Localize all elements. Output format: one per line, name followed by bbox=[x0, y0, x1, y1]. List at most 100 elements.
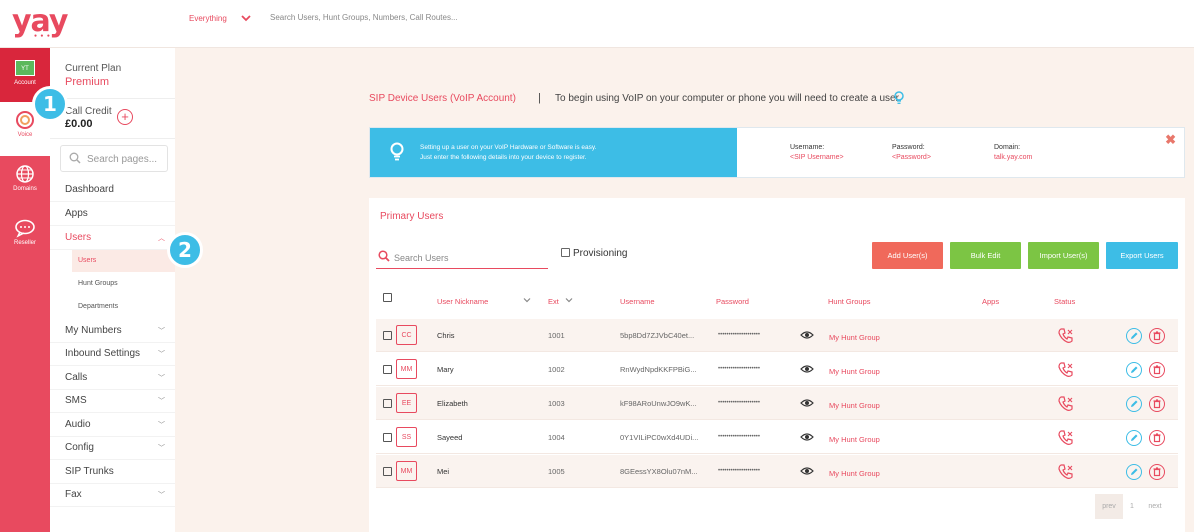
chevron-down-icon: ﹀ bbox=[158, 422, 165, 429]
user-hunt-group[interactable]: My Hunt Group bbox=[829, 469, 880, 478]
search-icon bbox=[69, 152, 81, 164]
row-checkbox[interactable] bbox=[383, 331, 392, 340]
eye-icon[interactable] bbox=[800, 329, 814, 341]
add-users-button[interactable]: Add User(s) bbox=[872, 242, 943, 269]
nav-item-audio[interactable]: Audio ﹀ bbox=[50, 414, 175, 437]
nav-item-fax[interactable]: Fax ﹀ bbox=[50, 484, 175, 507]
row-checkbox[interactable] bbox=[383, 399, 392, 408]
nav-item-inbound-settings[interactable]: Inbound Settings ﹀ bbox=[50, 343, 175, 366]
user-username: 0Y1VILiPC0wXd4UDi... bbox=[620, 433, 699, 442]
edit-user-button[interactable] bbox=[1126, 396, 1142, 412]
eye-icon[interactable] bbox=[800, 465, 814, 477]
info-text: Setting up a user on your VoIP Hardware … bbox=[420, 143, 596, 163]
nav-item-users[interactable]: Users ︿ bbox=[50, 227, 175, 250]
eye-icon[interactable] bbox=[800, 431, 814, 443]
callout-badge-1: 1 bbox=[32, 86, 68, 122]
pencil-icon bbox=[1131, 400, 1138, 407]
nav-item-sms[interactable]: SMS ﹀ bbox=[50, 390, 175, 413]
nav-item-config[interactable]: Config ﹀ bbox=[50, 437, 175, 460]
sub-item-hunt-groups[interactable]: Hunt Groups bbox=[72, 273, 175, 295]
user-ext: 1004 bbox=[548, 433, 565, 442]
username-label: Username: bbox=[790, 144, 825, 151]
user-hunt-group[interactable]: My Hunt Group bbox=[829, 435, 880, 444]
delete-user-button[interactable] bbox=[1149, 396, 1165, 412]
lightbulb-icon bbox=[894, 91, 904, 104]
nav-label: SMS bbox=[65, 395, 87, 406]
delete-user-button[interactable] bbox=[1149, 430, 1165, 446]
close-icon[interactable]: ✖ bbox=[1165, 132, 1176, 148]
edit-user-button[interactable] bbox=[1126, 328, 1142, 344]
sub-item-departments[interactable]: Departments bbox=[72, 296, 175, 318]
add-credit-button[interactable]: + bbox=[117, 109, 133, 125]
sidebar: Current Plan Premium Call Credit £0.00 +… bbox=[50, 48, 175, 532]
nav-item-calls[interactable]: Calls ﹀ bbox=[50, 367, 175, 390]
page-search-placeholder: Search pages... bbox=[87, 154, 158, 165]
bulk-edit-button[interactable]: Bulk Edit bbox=[950, 242, 1021, 269]
row-checkbox[interactable] bbox=[383, 467, 392, 476]
table-row[interactable]: MM Mary 1002 RnWydNpdKKFPBiG... ••••••••… bbox=[376, 353, 1178, 386]
sort-chevron-icon[interactable] bbox=[564, 295, 574, 305]
checkbox[interactable] bbox=[561, 248, 570, 257]
nav-item-apps[interactable]: Apps bbox=[50, 203, 175, 226]
user-nickname: Chris bbox=[437, 331, 455, 340]
nav-item-my-numbers[interactable]: My Numbers ﹀ bbox=[50, 320, 175, 343]
pager-page[interactable]: 1 bbox=[1123, 494, 1141, 519]
table-row[interactable]: EE Elizabeth 1003 kF98ARoUnwJO9wK... •••… bbox=[376, 387, 1178, 420]
delete-user-button[interactable] bbox=[1149, 464, 1165, 480]
user-password: •••••••••••••••••••• bbox=[718, 400, 761, 406]
sort-chevron-icon[interactable] bbox=[522, 295, 532, 305]
pager-prev[interactable]: prev bbox=[1095, 494, 1123, 519]
nav-item-sip-trunks[interactable]: SIP Trunks bbox=[50, 461, 175, 484]
user-search-placeholder: Search Users bbox=[394, 253, 449, 263]
search-scope-select[interactable]: Everything bbox=[189, 14, 227, 23]
col-hunt-groups: Hunt Groups bbox=[828, 297, 871, 306]
global-search-input[interactable]: Search Users, Hunt Groups, Numbers, Call… bbox=[270, 13, 458, 22]
edit-user-button[interactable] bbox=[1126, 362, 1142, 378]
avatar: CC bbox=[396, 325, 417, 345]
col-ext[interactable]: Ext bbox=[548, 297, 559, 306]
export-users-button[interactable]: Export Users bbox=[1106, 242, 1178, 269]
user-ext: 1005 bbox=[548, 467, 565, 476]
user-hunt-group[interactable]: My Hunt Group bbox=[829, 401, 880, 410]
pager-next[interactable]: next bbox=[1141, 494, 1169, 519]
import-users-button[interactable]: Import User(s) bbox=[1028, 242, 1099, 269]
delete-user-button[interactable] bbox=[1149, 328, 1165, 344]
chevron-down-icon[interactable] bbox=[240, 12, 252, 24]
table-row[interactable]: CC Chris 1001 5bp8Dd7ZJVbC40et... ••••••… bbox=[376, 319, 1178, 352]
user-ext: 1001 bbox=[548, 331, 565, 340]
delete-user-button[interactable] bbox=[1149, 362, 1165, 378]
row-checkbox[interactable] bbox=[383, 365, 392, 374]
password-label: Password: bbox=[892, 144, 925, 151]
title-separator: | bbox=[538, 92, 541, 104]
nav-label: Apps bbox=[65, 208, 88, 219]
avatar: MM bbox=[396, 461, 417, 481]
user-hunt-group[interactable]: My Hunt Group bbox=[829, 333, 880, 342]
rail-item-label: Voice bbox=[17, 132, 33, 138]
select-all-checkbox[interactable] bbox=[383, 293, 392, 302]
eye-icon[interactable] bbox=[800, 397, 814, 409]
table-row[interactable]: MM Mei 1005 8GEessYX8Olu07nM... ••••••••… bbox=[376, 455, 1178, 488]
nav-item-dashboard[interactable]: Dashboard bbox=[50, 179, 175, 202]
sub-item-users[interactable]: Users bbox=[72, 250, 175, 272]
rail-item-domains[interactable]: Domains bbox=[0, 156, 50, 210]
row-checkbox[interactable] bbox=[383, 433, 392, 442]
page-search-input[interactable]: Search pages... bbox=[60, 145, 168, 172]
eye-icon[interactable] bbox=[800, 363, 814, 375]
info-username: Username: <SIP Username> bbox=[790, 143, 844, 163]
chevron-down-icon: ﹀ bbox=[158, 492, 165, 499]
user-search-input[interactable]: Search Users bbox=[376, 246, 548, 269]
phone-status-icon bbox=[1058, 362, 1073, 377]
domain-label: Domain: bbox=[994, 144, 1021, 151]
table-row[interactable]: SS Sayeed 1004 0Y1VILiPC0wXd4UDi... ••••… bbox=[376, 421, 1178, 454]
edit-user-button[interactable] bbox=[1126, 430, 1142, 446]
user-hunt-group[interactable]: My Hunt Group bbox=[829, 367, 880, 376]
rail-item-reseller[interactable]: Reseller bbox=[0, 210, 50, 264]
col-apps: Apps bbox=[982, 297, 1000, 306]
col-user-nickname[interactable]: User Nickname bbox=[437, 297, 488, 306]
provisioning-checkbox[interactable]: Provisioning bbox=[561, 248, 627, 259]
sub-label: Departments bbox=[78, 303, 119, 310]
edit-user-button[interactable] bbox=[1126, 464, 1142, 480]
nav-label: Inbound Settings bbox=[65, 348, 141, 359]
user-nickname: Sayeed bbox=[437, 433, 463, 442]
info-line-2: Just enter the following details into yo… bbox=[420, 154, 587, 161]
